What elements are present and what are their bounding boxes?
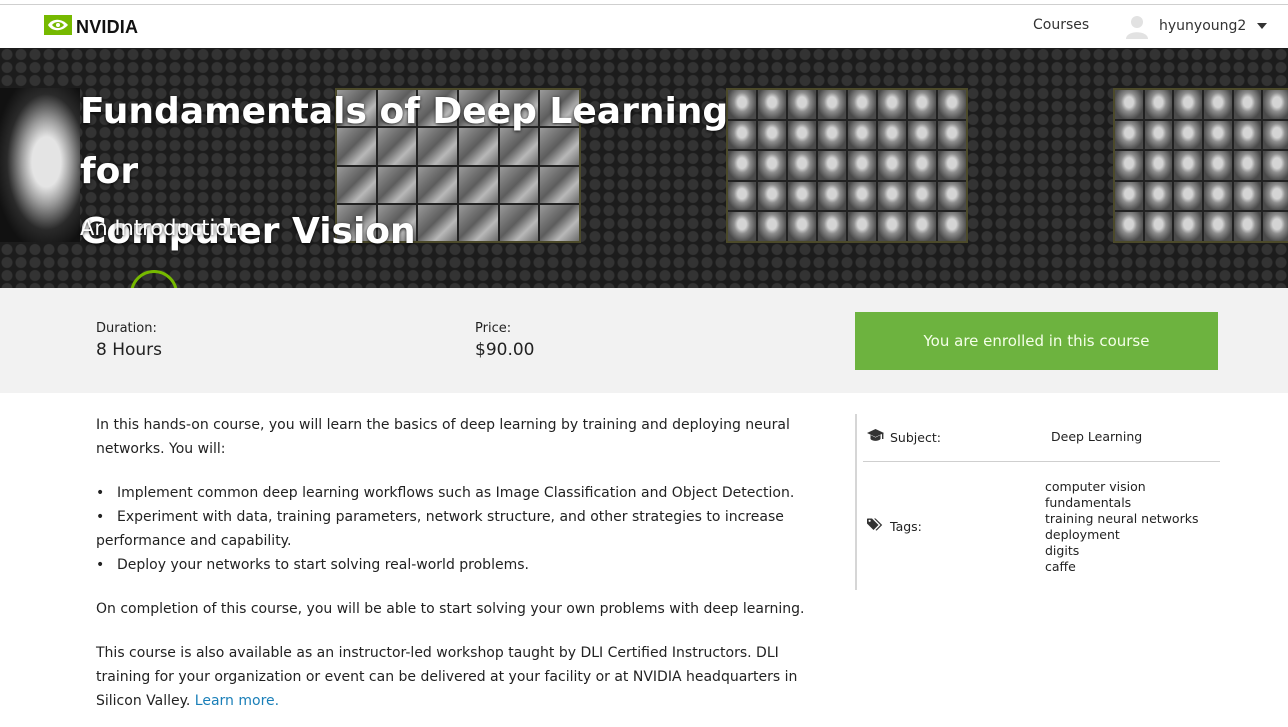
subject-label-group: Subject: [867,429,941,445]
user-avatar-icon [1124,13,1150,39]
tags-icon [867,518,884,534]
username: hyunyoung2 [1159,18,1247,34]
objective-item: Implement common deep learning workflows… [96,481,816,505]
brand-name: NVIDIA [76,16,139,37]
subject-row: Subject: Deep Learning [863,414,1220,462]
price-value: $90.00 [475,340,535,360]
tag-item[interactable]: fundamentals [1045,495,1198,511]
course-title-line-1: Fundamentals of Deep Learning for [80,91,729,192]
objective-item: Deploy your networks to start solving re… [96,553,816,577]
hero-decorative-ring [130,270,178,288]
hero-portrait-image [0,88,80,242]
description-completion: On completion of this course, you will b… [96,601,805,617]
course-subtitle: An Introduction [80,216,242,240]
tag-item[interactable]: digits [1045,543,1198,559]
course-info-band: Duration: 8 Hours Price: $90.00 You are … [0,288,1288,393]
course-hero-banner: Fundamentals of Deep Learning for Comput… [0,48,1288,288]
tag-item[interactable]: computer vision [1045,479,1198,495]
nvidia-eye-icon [44,15,72,39]
course-metadata-sidebar: Subject: Deep Learning Tags: computer vi… [855,414,1220,590]
tag-item[interactable]: deployment [1045,527,1198,543]
learn-more-link[interactable]: Learn more. [195,693,279,709]
price-label: Price: [475,321,512,336]
graduation-cap-icon [867,429,884,445]
tag-item[interactable]: training neural networks [1045,511,1198,527]
enrolled-button[interactable]: You are enrolled in this course [855,312,1218,370]
description-intro: In this hands-on course, you will learn … [96,417,790,457]
user-menu[interactable]: hyunyoung2 [1124,13,1268,39]
tags-list: computer vision fundamentals training ne… [1045,479,1198,575]
learning-objectives-list: Implement common deep learning workflows… [96,481,816,577]
top-navigation-bar: NVIDIA Courses hyunyoung2 [0,4,1288,48]
nvidia-logo[interactable]: NVIDIA [44,15,138,39]
tags-label-group: Tags: [867,518,922,534]
description-workshop-paragraph: This course is also available as an inst… [96,641,816,713]
caret-down-icon [1257,23,1268,29]
duration-label: Duration: [96,321,157,336]
subject-label: Subject: [890,429,941,445]
duration-value: 8 Hours [96,340,163,360]
subject-value[interactable]: Deep Learning [1051,429,1142,444]
hero-face-parts-grid-image [726,88,968,243]
course-description: In this hands-on course, you will learn … [96,413,816,727]
courses-link[interactable]: Courses [1033,17,1089,33]
tag-item[interactable]: caffe [1045,559,1198,575]
objective-item: Experiment with data, training parameter… [96,505,816,553]
hero-faces-grid-image [1113,88,1288,243]
tags-label: Tags: [890,518,922,534]
